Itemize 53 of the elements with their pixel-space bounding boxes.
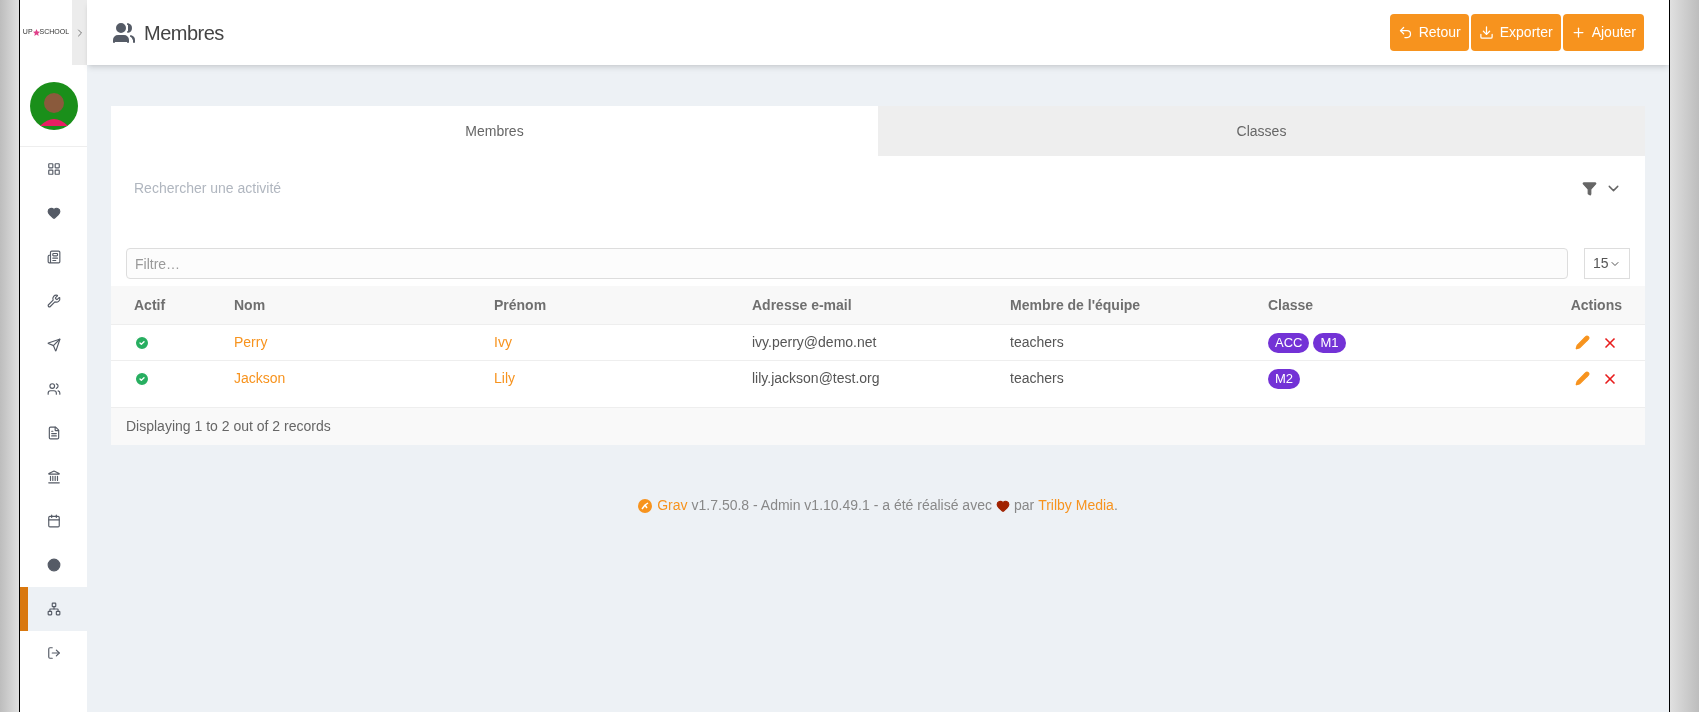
filter-field[interactable]: Filtre… bbox=[126, 248, 1568, 279]
first-name-link[interactable]: Ivy bbox=[494, 334, 512, 350]
wrench-icon bbox=[46, 294, 61, 308]
class-tag: M2 bbox=[1268, 368, 1301, 389]
reply-icon bbox=[1397, 25, 1413, 40]
search-field[interactable]: Rechercher une activité bbox=[134, 178, 1582, 199]
table-cell: teachers bbox=[1010, 334, 1064, 350]
users-icon bbox=[46, 382, 61, 396]
column-header: Actions bbox=[1570, 295, 1622, 315]
column-header: Classe bbox=[1268, 297, 1314, 313]
paper-plane-icon bbox=[46, 338, 61, 352]
grav-link[interactable]: Grav bbox=[657, 495, 688, 516]
newspaper-icon bbox=[46, 250, 61, 264]
star-icon bbox=[32, 29, 40, 36]
download-icon bbox=[1478, 25, 1494, 40]
column-header: Adresse e-mail bbox=[752, 297, 852, 313]
class-tag: ACC bbox=[1268, 332, 1310, 353]
logout-icon bbox=[46, 646, 61, 660]
column-header: Nom bbox=[234, 297, 266, 313]
page-size-select[interactable]: 15 bbox=[1584, 248, 1630, 279]
footer-text: Grav v1.7.50.8 - Admin v1.10.49.1 - a été réalisé avec par Trilby Media. bbox=[657, 495, 1118, 516]
users-icon bbox=[112, 20, 136, 45]
bank-icon bbox=[46, 470, 61, 484]
page-title: Membres bbox=[144, 20, 224, 46]
heart-icon bbox=[995, 498, 1010, 513]
grid-icon bbox=[46, 162, 61, 176]
filter-icon[interactable] bbox=[1582, 181, 1597, 196]
calendar-icon bbox=[46, 514, 61, 528]
heart-icon bbox=[46, 206, 61, 220]
first-name-link[interactable]: Lily bbox=[494, 370, 515, 386]
sitemap-icon bbox=[46, 602, 61, 616]
records-info: Displaying 1 to 2 out of 2 records bbox=[126, 417, 331, 436]
table-cell: lily.jackson@test.org bbox=[752, 370, 880, 386]
pencil-icon[interactable] bbox=[1575, 370, 1590, 386]
table-cell: teachers bbox=[1010, 370, 1064, 386]
name-link[interactable]: Jackson bbox=[234, 370, 286, 386]
name-link[interactable]: Perry bbox=[234, 334, 268, 350]
pencil-icon[interactable] bbox=[1575, 334, 1590, 350]
nav-item[interactable] bbox=[20, 587, 87, 631]
document-icon bbox=[46, 426, 61, 440]
class-tag: M1 bbox=[1313, 332, 1346, 353]
avatar bbox=[29, 81, 78, 130]
header-button[interactable]: Exporter bbox=[1470, 14, 1561, 51]
column-header: Membre de l'équipe bbox=[1010, 297, 1141, 313]
table-cell: ivy.perry@demo.net bbox=[752, 334, 877, 350]
column-header: Actif bbox=[134, 297, 166, 313]
header-button[interactable]: Ajouter bbox=[1562, 14, 1644, 51]
tab[interactable]: Classes bbox=[878, 106, 1645, 156]
grav-logo-icon bbox=[638, 498, 653, 513]
header-button[interactable]: Retour bbox=[1389, 14, 1469, 51]
column-header: Prénom bbox=[494, 297, 547, 313]
plus-icon bbox=[1570, 25, 1586, 40]
trilby-link[interactable]: Trilby Media bbox=[1038, 495, 1114, 516]
